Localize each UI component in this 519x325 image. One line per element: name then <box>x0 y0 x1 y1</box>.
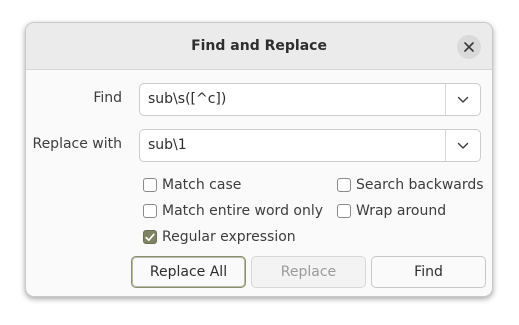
find-dropdown-button[interactable] <box>446 84 480 115</box>
close-icon <box>464 42 474 52</box>
replace-label: Replace with <box>32 136 122 152</box>
find-replace-dialog: Find and Replace Find sub\s([^c]) Replac… <box>25 22 493 297</box>
match-case-box[interactable] <box>143 178 157 192</box>
regular-expression-label: Regular expression <box>162 229 296 245</box>
search-backwards-checkbox[interactable]: Search backwards <box>337 177 484 193</box>
wrap-around-box[interactable] <box>337 204 351 218</box>
match-case-label: Match case <box>162 177 242 193</box>
search-backwards-box[interactable] <box>337 178 351 192</box>
close-button[interactable] <box>457 35 481 59</box>
wrap-around-checkbox[interactable]: Wrap around <box>337 203 446 219</box>
match-entire-word-label: Match entire word only <box>162 203 324 219</box>
wrap-around-label: Wrap around <box>356 203 447 219</box>
match-case-checkbox[interactable]: Match case <box>143 177 241 193</box>
find-label: Find <box>93 90 122 106</box>
checkmark-icon <box>145 233 155 241</box>
match-entire-word-checkbox[interactable]: Match entire word only <box>143 203 323 219</box>
dialog-headerbar: Find and Replace <box>26 23 492 70</box>
replace-combobox[interactable]: sub\1 <box>139 129 481 162</box>
replace-input[interactable]: sub\1 <box>148 137 187 153</box>
chevron-down-icon <box>457 142 469 149</box>
chevron-down-icon <box>457 96 469 103</box>
regular-expression-box[interactable] <box>143 230 157 244</box>
replace-all-button[interactable]: Replace All <box>131 256 246 288</box>
find-input[interactable]: sub\s([^c]) <box>148 91 226 107</box>
replace-dropdown-button[interactable] <box>446 130 480 161</box>
find-combobox[interactable]: sub\s([^c]) <box>139 83 481 116</box>
replace-button[interactable]: Replace <box>251 256 366 288</box>
regular-expression-checkbox[interactable]: Regular expression <box>143 229 296 245</box>
dialog-title: Find and Replace <box>191 38 327 54</box>
search-backwards-label: Search backwards <box>356 177 484 193</box>
find-button[interactable]: Find <box>371 256 486 288</box>
match-entire-word-box[interactable] <box>143 204 157 218</box>
